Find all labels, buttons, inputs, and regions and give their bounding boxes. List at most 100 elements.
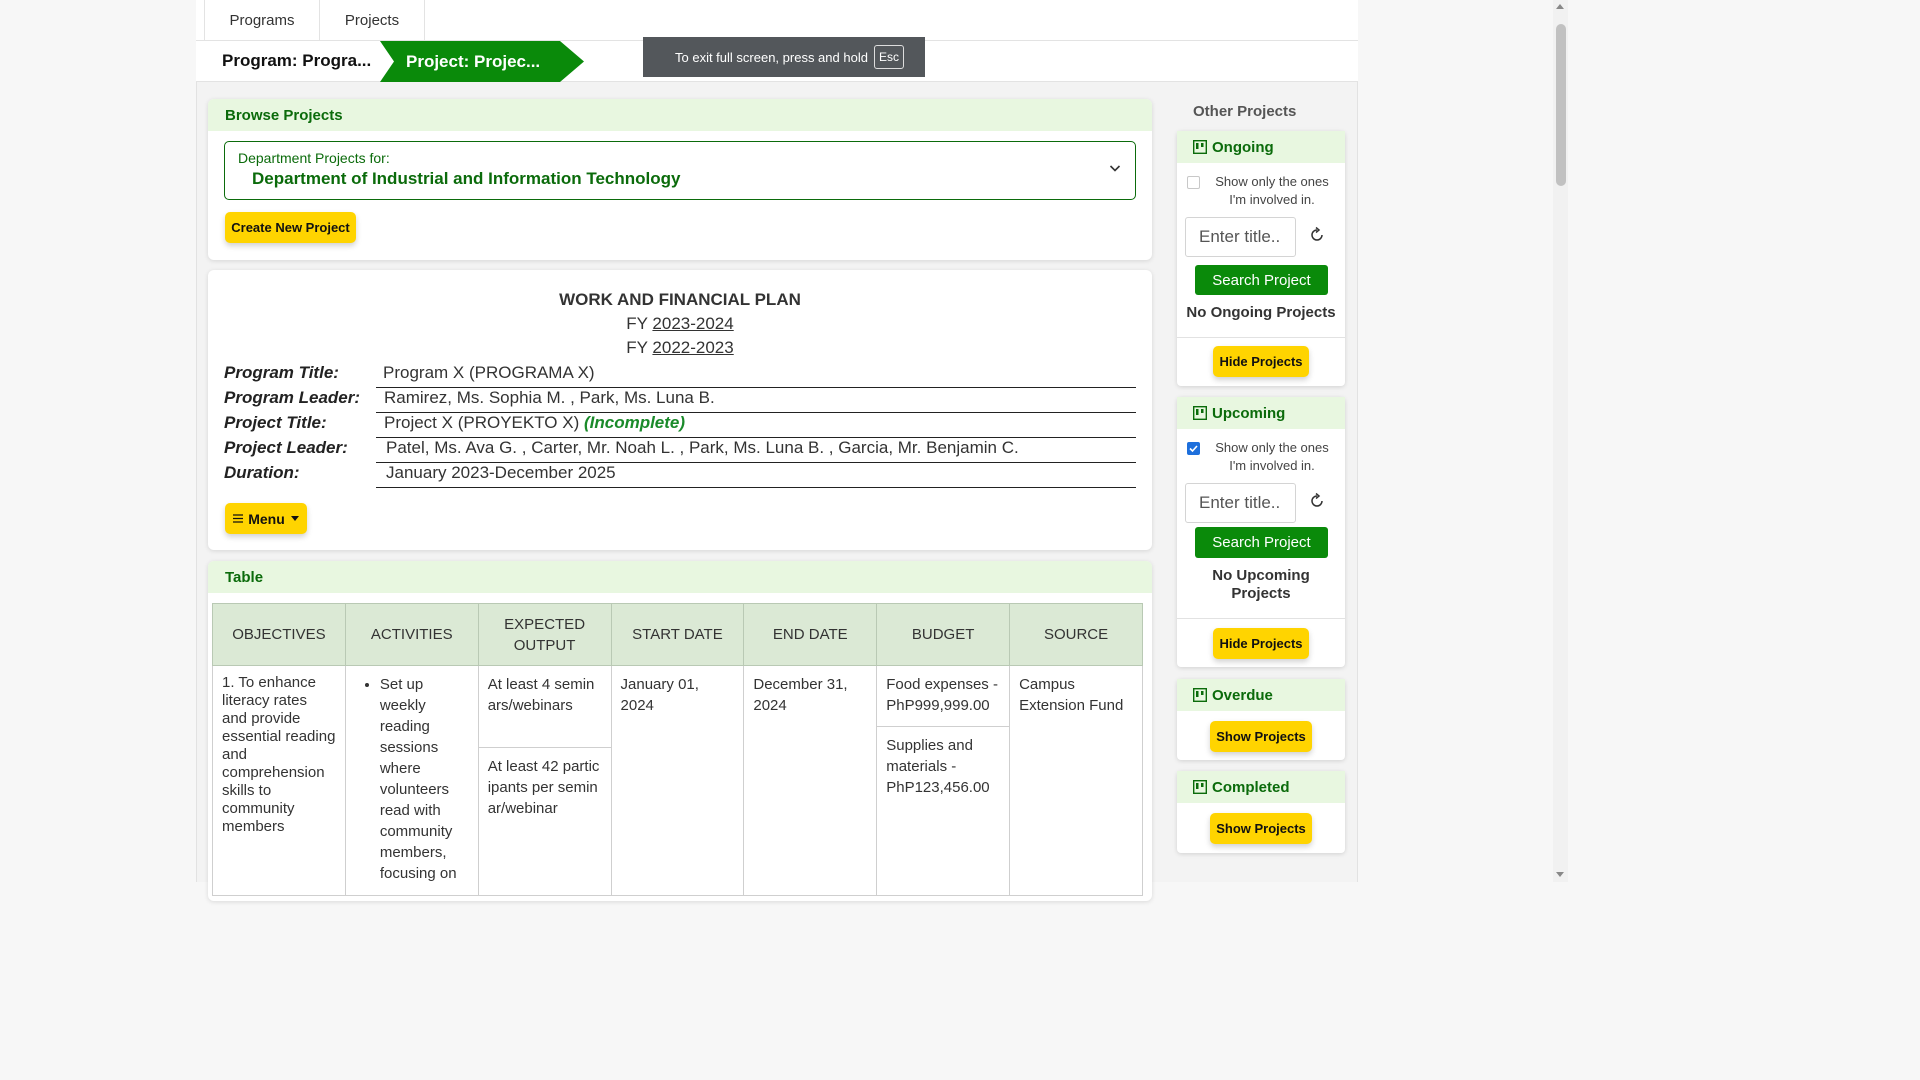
ongoing-search-input[interactable]: Enter title..	[1185, 217, 1296, 257]
project-leader-row: Project Leader: Patel, Ms. Ava G. , Cart…	[224, 438, 1136, 463]
plan-heading: WORK AND FINANCIAL PLAN	[559, 290, 801, 309]
col-budget: BUDGET	[876, 603, 1011, 666]
fy1-value: 2023-2024	[652, 314, 734, 333]
fy-prefix: FY	[626, 314, 648, 333]
tab-programs[interactable]: Programs	[204, 0, 320, 41]
menu-button[interactable]: Menu	[225, 503, 307, 534]
fullscreen-toast: To exit full screen, press and hold Esc	[643, 37, 925, 77]
table-row: 1. To enhance literacy rates and provide…	[212, 665, 1143, 896]
duration-row: Duration: January 2023-December 2025	[224, 463, 1136, 488]
budget-item: Food expenses - PhP999,999.00	[877, 666, 1010, 727]
program-leader-label: Program Leader:	[224, 388, 361, 407]
duration-label: Duration:	[224, 463, 300, 482]
create-new-project-button[interactable]: Create New Project	[225, 212, 356, 243]
department-select-value: Department of Industrial and Information…	[252, 169, 681, 188]
ongoing-hide-projects-button[interactable]: Hide Projects	[1213, 346, 1309, 377]
browse-projects-header: Browse Projects	[208, 99, 1152, 131]
department-select[interactable]: Department Projects for: Department of I…	[224, 141, 1136, 200]
upcoming-search-button[interactable]: Search Project	[1195, 527, 1328, 558]
check-icon	[1189, 445, 1198, 453]
ongoing-empty-text: No Ongoing Projects	[1186, 304, 1336, 321]
ongoing-involved-checkbox[interactable]	[1187, 176, 1200, 189]
table-card: Table OBJECTIVES ACTIVITIES EXPECTED OUT…	[208, 561, 1152, 901]
divider	[1177, 337, 1345, 338]
other-projects-title: Other Projects	[1193, 103, 1297, 120]
ongoing-card: Ongoing Show only the ones I'm involved …	[1177, 131, 1345, 386]
completed-card: Completed Show Projects	[1177, 771, 1345, 853]
program-title-value: Program X (PROGRAMA X)	[376, 363, 1136, 388]
budget-item: Supplies and materials - PhP123,456.00	[886, 737, 990, 796]
end-date-cell: December 31, 2024	[743, 665, 878, 896]
top-nav: Programs Projects	[196, 0, 1358, 41]
fiscal-year-2: FY 2022-2023	[208, 338, 1152, 358]
breadcrumb-program[interactable]: Program: Progra...	[222, 51, 371, 71]
output-item: At least 4 seminars/webinars	[478, 666, 611, 748]
fullscreen-toast-text: To exit full screen, press and hold	[675, 49, 868, 65]
output-item: At least 42 participants per seminar/web…	[487, 758, 600, 817]
ongoing-title: Ongoing	[1212, 138, 1274, 156]
budget-cell: Food expenses - PhP999,999.00 Supplies a…	[876, 665, 1011, 896]
program-title-label: Program Title:	[224, 363, 339, 382]
refresh-icon[interactable]	[1308, 226, 1326, 244]
scroll-down-arrow-icon[interactable]	[1556, 872, 1564, 877]
refresh-icon[interactable]	[1308, 492, 1326, 510]
fy-prefix: FY	[626, 338, 648, 357]
ongoing-header: Ongoing	[1177, 131, 1345, 163]
incomplete-status: (Incomplete)	[583, 413, 686, 432]
project-leader-value: Patel, Ms. Ava G. , Carter, Mr. Noah L. …	[376, 438, 1136, 463]
upcoming-checkbox-label: Show only the ones I'm involved in.	[1215, 440, 1329, 473]
project-title-row: Project Title: Project X (PROYEKTO X) (I…	[224, 413, 1136, 438]
kanban-icon	[1193, 688, 1207, 702]
start-date-cell: January 01, 2024	[610, 665, 745, 896]
department-select-label: Department Projects for:	[238, 150, 390, 166]
upcoming-header: Upcoming	[1177, 397, 1345, 429]
col-source: SOURCE	[1009, 603, 1143, 666]
col-expected-output: EXPECTED OUTPUT	[477, 603, 612, 666]
activity-item: Set up weekly reading sessions where vol…	[380, 674, 469, 884]
chevron-down-icon	[1109, 165, 1121, 172]
divider	[1177, 618, 1345, 619]
upcoming-card: Upcoming Show only the ones I'm involved…	[1177, 397, 1345, 667]
program-title-row: Program Title: Program X (PROGRAMA X)	[224, 363, 1136, 388]
upcoming-empty-text: No Upcoming Projects	[1212, 567, 1310, 602]
caret-down-icon	[290, 516, 299, 521]
upcoming-search-input[interactable]: Enter title..	[1185, 483, 1296, 523]
col-end-date: END DATE	[743, 603, 878, 666]
kanban-icon	[1193, 140, 1207, 154]
project-title-value: Project X (PROYEKTO X) (Incomplete)	[376, 413, 1136, 438]
ongoing-checkbox-label: Show only the ones I'm involved in.	[1215, 174, 1329, 207]
esc-key-badge: Esc	[873, 45, 904, 69]
ongoing-filter: Show only the ones I'm involved in.	[1187, 173, 1337, 209]
table-header-row: OBJECTIVES ACTIVITIES EXPECTED OUTPUT ST…	[212, 603, 1143, 666]
table-header: Table	[208, 561, 1152, 593]
activity-cell: Set up weekly reading sessions where vol…	[344, 665, 479, 896]
upcoming-involved-checkbox[interactable]	[1187, 442, 1200, 455]
fiscal-year-1: FY 2023-2024	[208, 314, 1152, 334]
overdue-show-projects-button[interactable]: Show Projects	[1210, 721, 1312, 752]
expected-output-cell: At least 4 seminars/webinars At least 42…	[477, 665, 612, 896]
objective-cell: 1. To enhance literacy rates and provide…	[212, 665, 346, 896]
upcoming-filter: Show only the ones I'm involved in.	[1187, 439, 1337, 475]
program-leader-value: Ramirez, Ms. Sophia M. , Park, Ms. Luna …	[376, 388, 1136, 413]
work-plan-table: OBJECTIVES ACTIVITIES EXPECTED OUTPUT ST…	[212, 603, 1143, 896]
menu-button-label: Menu	[248, 510, 285, 527]
breadcrumb-project[interactable]: Project: Projec...	[380, 41, 584, 82]
ongoing-search-button[interactable]: Search Project	[1195, 265, 1328, 295]
project-title-text: Project X (PROYEKTO X)	[384, 413, 580, 432]
kanban-icon	[1193, 406, 1207, 420]
col-start-date: START DATE	[610, 603, 745, 666]
project-leader-label: Project Leader:	[224, 438, 348, 457]
upcoming-hide-projects-button[interactable]: Hide Projects	[1213, 628, 1309, 659]
col-objectives: OBJECTIVES	[212, 603, 346, 666]
kanban-icon	[1193, 780, 1207, 794]
browse-projects-card: Browse Projects Department Projects for:…	[208, 99, 1152, 260]
overdue-card: Overdue Show Projects	[1177, 679, 1345, 760]
project-title-label: Project Title:	[224, 413, 327, 432]
duration-value: January 2023-December 2025	[376, 463, 1136, 488]
hamburger-icon	[233, 514, 244, 523]
scroll-up-arrow-icon[interactable]	[1556, 4, 1564, 9]
completed-show-projects-button[interactable]: Show Projects	[1210, 813, 1312, 844]
scrollbar-thumb[interactable]	[1556, 24, 1566, 186]
tab-projects[interactable]: Projects	[319, 0, 425, 41]
upcoming-title: Upcoming	[1212, 404, 1286, 422]
